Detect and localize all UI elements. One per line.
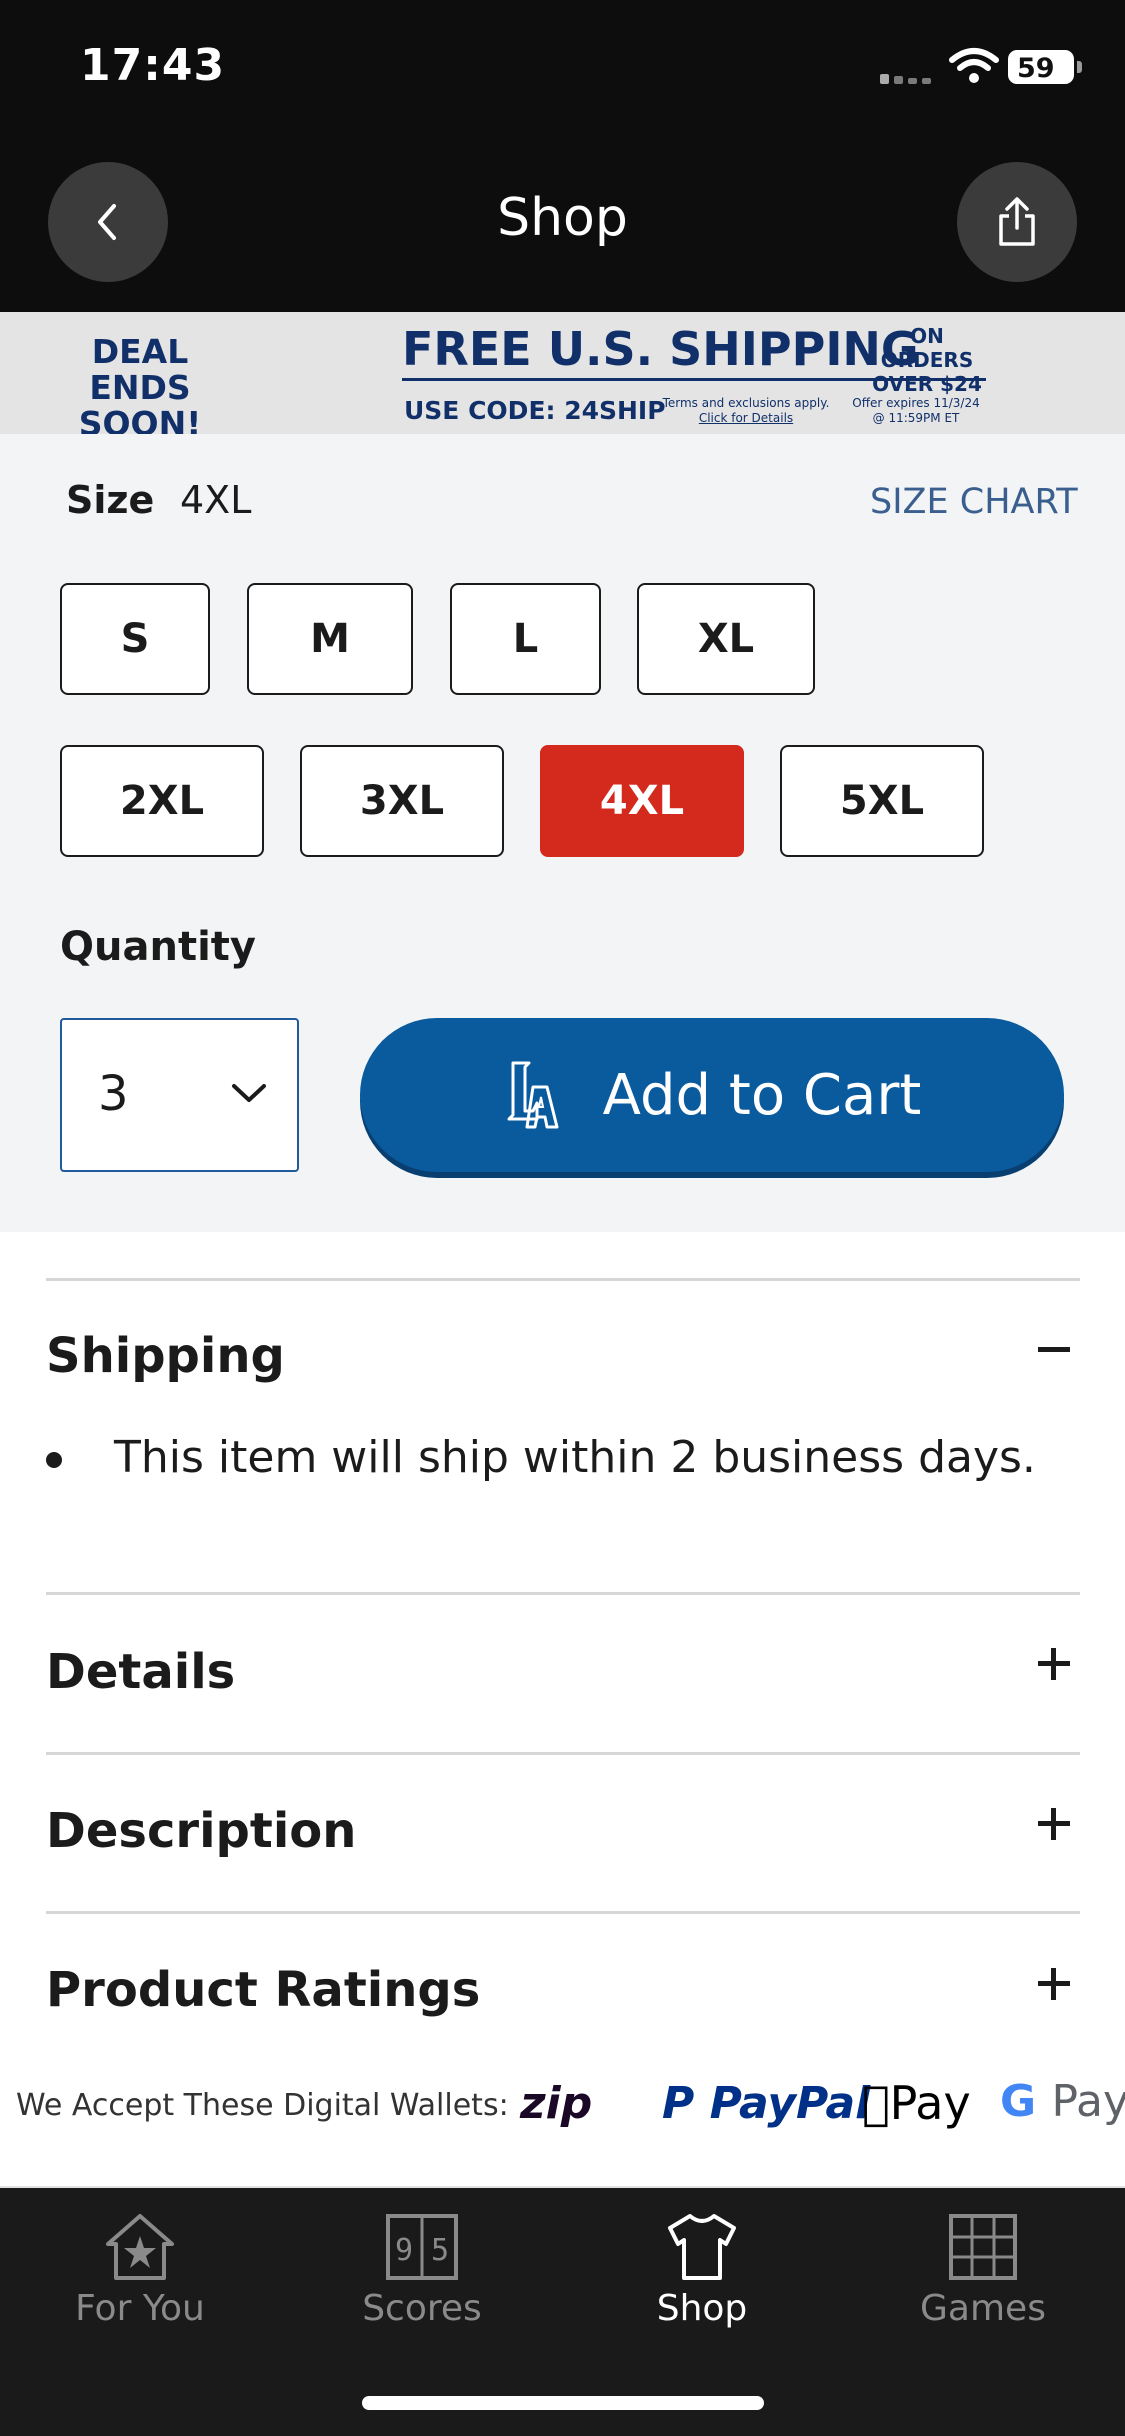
svg-text:9: 9 — [395, 2233, 413, 2268]
add-to-cart-label: Add to Cart — [602, 1062, 922, 1128]
selected-size-value: 4XL — [180, 478, 252, 522]
quantity-select[interactable]: 3 — [60, 1018, 299, 1172]
on-orders-line-2: OVER $24 — [872, 372, 982, 396]
size-option-3xl[interactable]: 3XL — [300, 745, 504, 857]
expiry-line-2: @ 11:59PM ET — [872, 411, 960, 425]
promo-code: USE CODE: 24SHIP — [404, 396, 666, 425]
offer-expiry: Offer expires 11/3/24 @ 11:59PM ET — [846, 396, 986, 426]
shirt-icon — [668, 2214, 736, 2280]
apple-pay-wordmark: Pay — [862, 2076, 971, 2130]
chevron-down-icon — [232, 1084, 266, 1102]
on-orders-text: ON ORDERS OVER $24 — [862, 324, 992, 396]
add-to-cart-button[interactable]: Add to Cart — [360, 1018, 1064, 1172]
deal-line-1: DEAL ENDS — [89, 332, 191, 407]
minus-icon[interactable] — [1036, 1332, 1072, 1368]
paypal-p-icon: P — [662, 2078, 710, 2129]
dodgers-la-logo-icon — [507, 1061, 559, 1129]
deal-ends-text: DEAL ENDS SOON! — [36, 334, 244, 442]
size-option-m[interactable]: M — [247, 583, 413, 695]
divider — [46, 1752, 1080, 1755]
promo-banner[interactable]: DEAL ENDS SOON! FREE U.S. SHIPPING ON OR… — [0, 312, 1125, 442]
share-button[interactable] — [957, 162, 1077, 282]
free-shipping-headline: FREE U.S. SHIPPING — [402, 322, 919, 376]
divider — [46, 1592, 1080, 1595]
list-bullet — [46, 1452, 62, 1468]
tab-label: For You — [75, 2288, 205, 2329]
terms-text: Terms and exclusions apply. Click for De… — [658, 396, 834, 426]
size-option-s[interactable]: S — [60, 583, 210, 695]
divider — [46, 1911, 1080, 1914]
battery-level: 59 — [1017, 53, 1055, 84]
details-section-title[interactable]: Details — [46, 1644, 235, 1700]
top-bar: 17:43 59 Shop — [0, 0, 1125, 312]
size-label: Size — [66, 478, 155, 522]
tab-shop[interactable]: Shop — [582, 2212, 822, 2329]
home-indicator[interactable] — [362, 2396, 764, 2410]
paypal-wordmark: PayPal — [709, 2078, 871, 2129]
size-option-5xl[interactable]: 5XL — [780, 745, 984, 857]
battery-icon: 59 — [1008, 50, 1074, 84]
product-ratings-section-title[interactable]: Product Ratings — [46, 1962, 480, 2018]
share-icon — [999, 197, 1035, 246]
apple-icon:  — [862, 2076, 890, 2130]
terms-details-link[interactable]: Click for Details — [658, 411, 834, 426]
battery-cap — [1077, 61, 1082, 73]
description-section-title[interactable]: Description — [46, 1803, 356, 1859]
tab-label: Games — [920, 2288, 1046, 2329]
cellular-signal-icon — [880, 66, 936, 84]
size-chart-link[interactable]: SIZE CHART — [870, 482, 1078, 522]
size-option-xl[interactable]: XL — [637, 583, 815, 695]
size-option-l[interactable]: L — [450, 583, 601, 695]
digital-wallets-label: We Accept These Digital Wallets: — [16, 2088, 509, 2123]
scoreboard-icon: 9 5 — [386, 2214, 458, 2280]
wifi-icon — [949, 48, 999, 83]
tab-scores[interactable]: 9 5 Scores — [302, 2212, 542, 2329]
size-option-2xl[interactable]: 2XL — [60, 745, 264, 857]
tab-for-you[interactable]: For You — [20, 2212, 260, 2329]
plus-icon[interactable] — [1036, 1966, 1072, 2002]
home-star-icon — [106, 2214, 174, 2280]
plus-icon[interactable] — [1036, 1646, 1072, 1682]
svg-text:5: 5 — [431, 2233, 449, 2268]
paypal-logo: P PayPal — [662, 2078, 870, 2129]
google-g-icon: G — [1000, 2076, 1052, 2127]
tab-games[interactable]: Games — [863, 2212, 1103, 2329]
apple-pay-logo: Pay — [862, 2076, 971, 2130]
status-time: 17:43 — [80, 40, 226, 91]
expiry-line-1: Offer expires 11/3/24 — [852, 396, 980, 410]
grid-icon — [949, 2214, 1017, 2280]
terms-note: Terms and exclusions apply. — [662, 396, 830, 410]
google-pay-logo: G Pay — [1000, 2076, 1125, 2127]
google-pay-wordmark: Pay — [1051, 2076, 1125, 2127]
quantity-label: Quantity — [60, 924, 256, 970]
on-orders-line-1: ON ORDERS — [880, 324, 974, 372]
shipping-info-text: This item will ship within 2 business da… — [114, 1432, 1036, 1483]
zip-logo: zip — [520, 2078, 593, 2129]
quantity-value: 3 — [98, 1066, 129, 1122]
tab-label: Shop — [656, 2288, 748, 2329]
tab-label: Scores — [362, 2288, 482, 2329]
divider — [46, 1278, 1080, 1281]
size-option-4xl[interactable]: 4XL — [540, 745, 744, 857]
plus-icon[interactable] — [1036, 1806, 1072, 1842]
shipping-section-title[interactable]: Shipping — [46, 1328, 285, 1384]
